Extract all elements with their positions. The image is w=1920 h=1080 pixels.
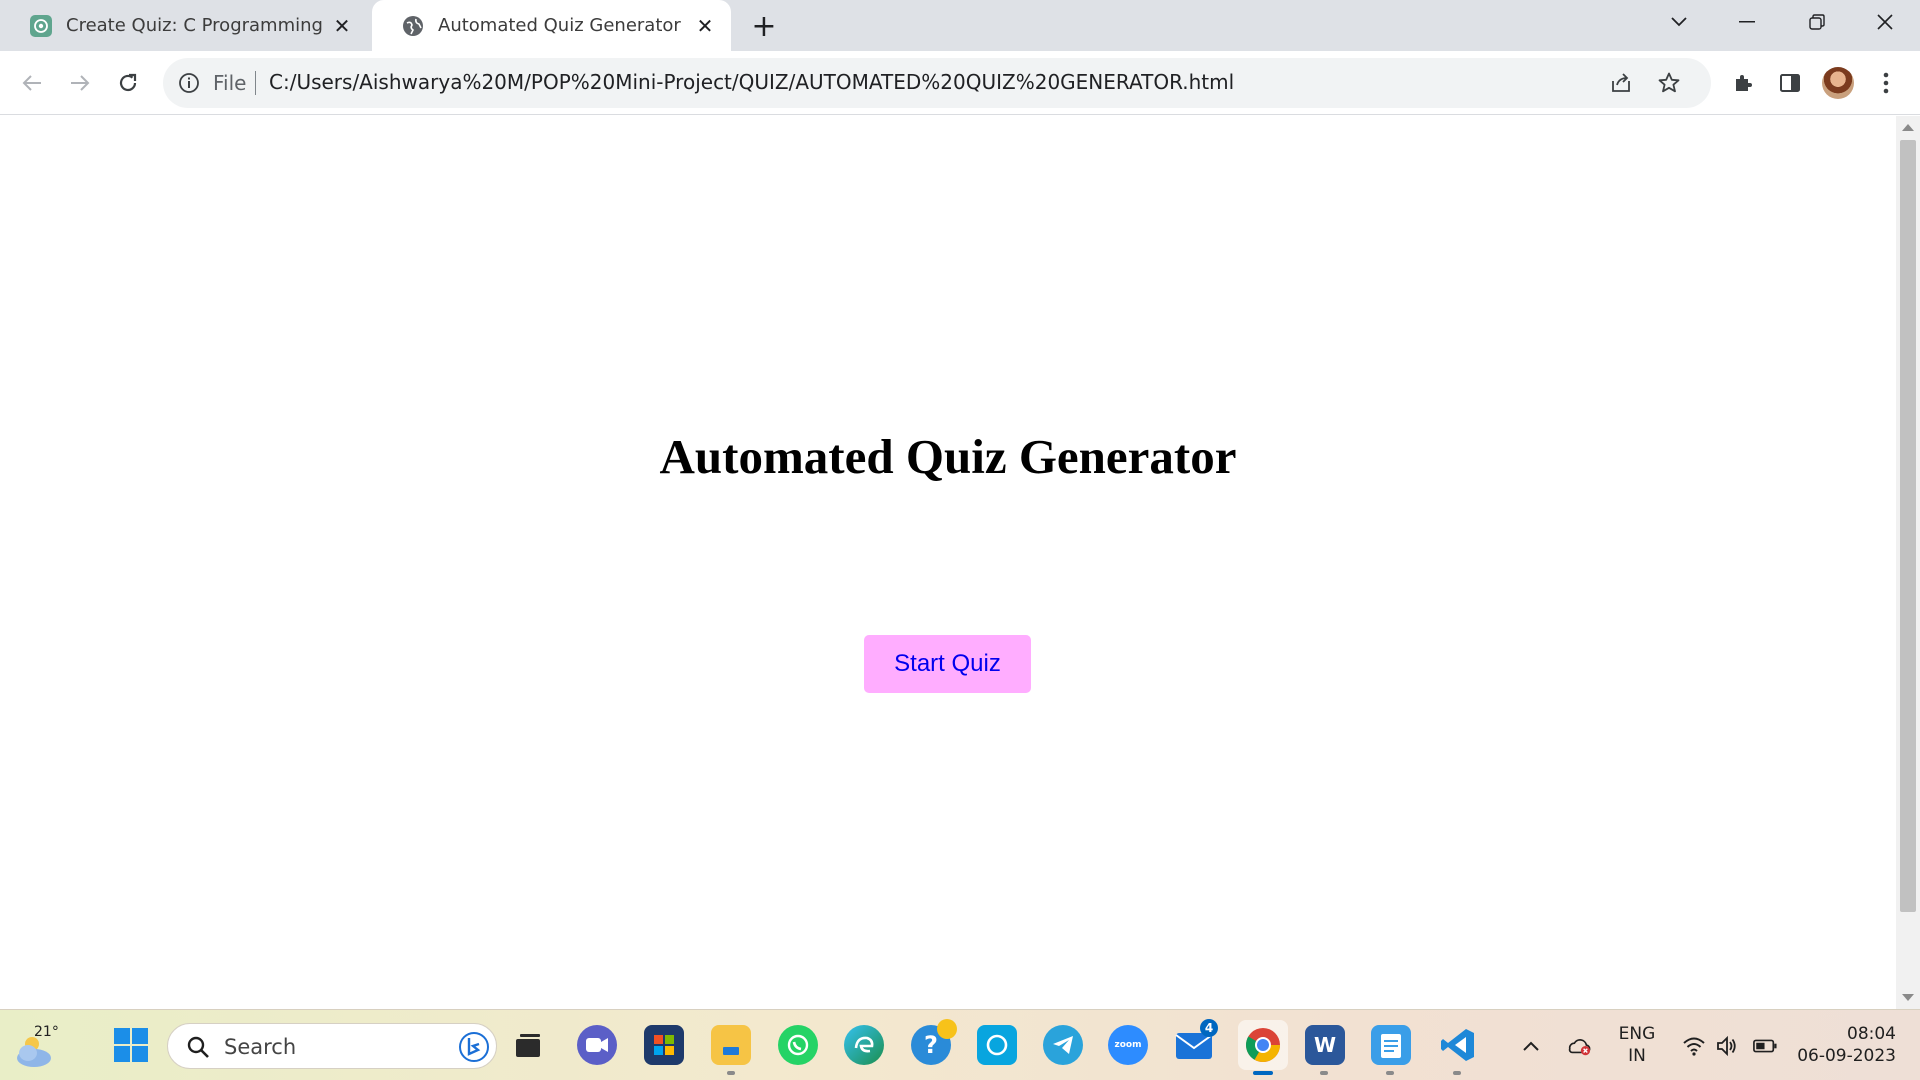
start-quiz-button[interactable]: Start Quiz (864, 635, 1031, 693)
share-icon[interactable] (1607, 69, 1635, 97)
bing-icon[interactable] (458, 1031, 490, 1063)
globe-icon (402, 15, 424, 37)
vertical-scrollbar[interactable] (1896, 116, 1920, 1009)
active-indicator (1253, 1071, 1273, 1075)
weather-temperature: 21° (34, 1024, 59, 1040)
mail-unread-badge: 4 (1200, 1019, 1218, 1037)
wifi-icon[interactable] (1682, 1034, 1706, 1058)
reload-icon[interactable] (110, 65, 146, 101)
extensions-puzzle-icon[interactable] (1726, 65, 1762, 101)
scroll-down-arrow-icon[interactable] (1902, 994, 1914, 1001)
word-icon[interactable]: W (1305, 1025, 1345, 1065)
tab-title: Create Quiz: C Programming (66, 15, 323, 36)
divider (255, 71, 256, 95)
site-info-icon[interactable] (177, 71, 201, 95)
close-tab-icon[interactable]: ✕ (691, 12, 719, 40)
running-indicator (1453, 1071, 1461, 1075)
mail-icon[interactable]: 4 (1174, 1019, 1218, 1065)
clock[interactable]: 08:04 06-09-2023 (1796, 1023, 1896, 1067)
address-bar[interactable]: File C:/Users/Aishwarya%20M/POP%20Mini-P… (163, 58, 1711, 108)
scrollbar-thumb[interactable] (1900, 140, 1916, 912)
alexa-icon[interactable] (977, 1025, 1017, 1065)
running-indicator (1320, 1071, 1328, 1075)
tab-create-quiz[interactable]: Create Quiz: C Programming ✕ (0, 0, 368, 51)
scheme-label: File (213, 71, 247, 95)
onedrive-error-icon[interactable] (1567, 1034, 1591, 1058)
show-hidden-icons-chevron-icon[interactable] (1519, 1034, 1543, 1058)
forward-arrow-icon[interactable] (62, 65, 98, 101)
notification-dot (937, 1019, 957, 1039)
minimize-icon[interactable] (1712, 0, 1782, 44)
windows-taskbar: 21° Search ? zoom 4 W ENG IN 08:04 06-09… (0, 1009, 1920, 1080)
search-icon (186, 1035, 210, 1059)
task-view-icon[interactable] (508, 1025, 548, 1065)
page-viewport (0, 116, 1896, 1009)
whatsapp-icon[interactable] (778, 1025, 818, 1065)
close-window-icon[interactable] (1850, 0, 1920, 44)
tab-search-chevron-icon[interactable] (1644, 0, 1714, 44)
volume-icon[interactable] (1715, 1034, 1739, 1058)
taskbar-search-box[interactable]: Search (167, 1023, 497, 1069)
file-explorer-icon[interactable] (711, 1025, 751, 1065)
running-indicator (1386, 1071, 1394, 1075)
word-label: W (1313, 1033, 1337, 1057)
close-tab-icon[interactable]: ✕ (328, 12, 356, 40)
running-indicator (727, 1071, 735, 1075)
teams-chat-icon[interactable] (577, 1025, 617, 1065)
profile-avatar[interactable] (1822, 67, 1854, 99)
chatgpt-icon (30, 14, 52, 37)
language-indicator[interactable]: ENG IN (1612, 1023, 1662, 1067)
notepad-icon[interactable] (1371, 1025, 1411, 1065)
clock-date: 06-09-2023 (1797, 1046, 1896, 1066)
tab-strip: Create Quiz: C Programming ✕ Automated Q… (0, 0, 1920, 51)
get-help-icon[interactable]: ? (911, 1019, 957, 1065)
edge-browser-icon[interactable] (844, 1025, 884, 1065)
language-code: ENG (1618, 1024, 1656, 1044)
vscode-icon[interactable] (1438, 1025, 1478, 1065)
back-arrow-icon[interactable] (14, 65, 50, 101)
tab-automated-quiz[interactable]: Automated Quiz Generator ✕ (372, 0, 731, 51)
page-title: Automated Quiz Generator (659, 429, 1237, 484)
bookmark-star-icon[interactable] (1655, 69, 1683, 97)
search-placeholder: Search (224, 1035, 297, 1059)
browser-toolbar: File C:/Users/Aishwarya%20M/POP%20Mini-P… (0, 51, 1920, 115)
region-code: IN (1628, 1046, 1646, 1066)
scroll-up-arrow-icon[interactable] (1902, 124, 1914, 131)
url-text[interactable]: C:/Users/Aishwarya%20M/POP%20Mini-Projec… (269, 70, 1234, 94)
windows-start-icon[interactable] (110, 1024, 152, 1066)
tab-title: Automated Quiz Generator (438, 15, 681, 36)
microsoft-store-icon[interactable] (644, 1025, 684, 1065)
menu-kebab-icon[interactable] (1868, 65, 1904, 101)
new-tab-plus-icon[interactable]: + (748, 9, 780, 44)
battery-icon[interactable] (1753, 1034, 1777, 1058)
side-panel-icon[interactable] (1772, 65, 1808, 101)
zoom-icon[interactable]: zoom (1108, 1025, 1148, 1065)
telegram-icon[interactable] (1043, 1025, 1083, 1065)
restore-icon[interactable] (1782, 0, 1852, 44)
zoom-label: zoom (1114, 1040, 1142, 1050)
chrome-icon[interactable] (1238, 1020, 1288, 1070)
clock-time: 08:04 (1847, 1024, 1896, 1044)
